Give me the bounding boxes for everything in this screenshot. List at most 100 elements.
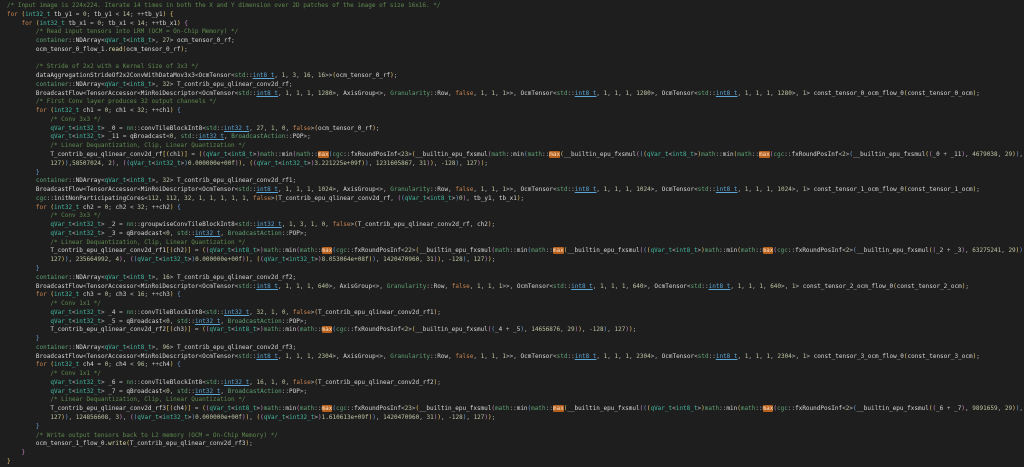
code-namespace: math bbox=[491, 151, 505, 158]
code-line: } bbox=[7, 423, 1024, 432]
code-token: ; bbox=[293, 177, 297, 184]
code-type: qVar_t bbox=[105, 81, 127, 88]
code-type: qVar_t bbox=[50, 221, 72, 228]
code-token: :: bbox=[709, 186, 716, 193]
code-identifier: OcmTensor bbox=[198, 72, 231, 79]
code-token: ; bbox=[289, 81, 293, 88]
code-token bbox=[7, 177, 36, 184]
code-number: 2304 bbox=[318, 353, 332, 360]
code-token: :: bbox=[311, 151, 318, 158]
code-type: int8_t bbox=[235, 247, 257, 254]
code-identifier: const_tensor_0_ocm bbox=[908, 90, 973, 97]
code-token: :: bbox=[314, 326, 321, 333]
code-namespace: std bbox=[206, 125, 217, 132]
code-line: qVar_t<int32_t> _5 = qBroadcast<0, std::… bbox=[7, 318, 1024, 327]
code-namespace: std bbox=[177, 318, 188, 325]
code-type: qVar_t bbox=[50, 388, 72, 395]
code-token: ; bbox=[437, 309, 441, 316]
code-line: /* Linear Dequantization, Clip, Linear Q… bbox=[7, 239, 1024, 248]
code-type: int32_t bbox=[76, 221, 101, 228]
code-token: :: bbox=[506, 151, 513, 158]
code-identifier: ch3 bbox=[173, 326, 184, 333]
code-type: int32_t bbox=[76, 379, 101, 386]
code-comment: /* First Conv layer produces 32 output c… bbox=[7, 98, 217, 105]
code-line: for (int32_t tb_y1 = 0; tb_y1 < 14; ++tb… bbox=[7, 11, 1024, 20]
code-identifier: __builtin_epu_fxsmul bbox=[416, 326, 488, 333]
code-number: 32 bbox=[162, 81, 169, 88]
code-identifier: AxisGroup bbox=[343, 353, 376, 360]
code-identifier: ch4 bbox=[173, 405, 184, 412]
code-token: :: bbox=[217, 309, 224, 316]
code-token: ; bbox=[249, 440, 253, 447]
code-identifier: Row bbox=[434, 283, 445, 290]
code-identifier: tb_y1 bbox=[474, 195, 492, 202]
search-match-highlight: max bbox=[322, 247, 333, 254]
code-token bbox=[7, 81, 36, 88]
code-token: :: bbox=[68, 37, 75, 44]
search-match-highlight: max bbox=[553, 247, 564, 254]
code-token: :: bbox=[245, 72, 252, 79]
code-line: ocm_tensor_0_flow_1.read(ocm_tensor_0_rf… bbox=[7, 46, 1024, 55]
code-namespace: nn bbox=[126, 309, 133, 316]
code-namespace: std bbox=[557, 90, 568, 97]
code-identifier: T_contrib_epu_qlinear_conv2d_rf1 bbox=[318, 309, 434, 316]
code-line: 127)), 235664992, 4), ((qVar_t<int32_t>)… bbox=[7, 256, 1024, 265]
code-type: qVar_t bbox=[105, 274, 127, 281]
code-identifier: const_tensor_1_ocm bbox=[908, 186, 973, 193]
code-token bbox=[7, 90, 36, 97]
code-token: :: bbox=[134, 125, 141, 132]
code-identifier: __builtin_epu_fxsmul bbox=[567, 247, 639, 254]
code-comment: /* Write output tensors back to L2 memor… bbox=[7, 432, 278, 439]
code-number: 1420470960 bbox=[383, 256, 419, 263]
code-keyword: false bbox=[332, 221, 350, 228]
code-namespace: cgc bbox=[36, 195, 47, 202]
code-number: 1024 bbox=[636, 186, 650, 193]
code-namespace: math bbox=[495, 405, 509, 412]
code-line: BroadcastFlow<TensorAccessor<MinRoiDescr… bbox=[7, 90, 1024, 99]
code-namespace: std bbox=[691, 283, 702, 290]
code-token bbox=[7, 204, 36, 211]
search-match-highlight: max bbox=[763, 247, 774, 254]
code-number: 63275241 bbox=[972, 247, 1001, 254]
code-function: write bbox=[108, 440, 126, 447]
code-token: ; bbox=[491, 221, 495, 228]
code-identifier: OcmTensor bbox=[521, 186, 554, 193]
code-namespace: nn bbox=[126, 125, 133, 132]
code-token bbox=[7, 326, 50, 333]
code-namespace: std bbox=[181, 133, 192, 140]
code-namespace: math bbox=[495, 247, 509, 254]
code-identifier: TensorAccessor bbox=[87, 353, 138, 360]
code-token: ; bbox=[184, 46, 188, 53]
code-type: int8_t bbox=[235, 405, 257, 412]
code-token bbox=[7, 256, 50, 263]
code-type: int8_t bbox=[256, 186, 278, 193]
code-token bbox=[7, 230, 50, 237]
code-type: qVar_t bbox=[50, 309, 72, 316]
code-line: } bbox=[7, 169, 1024, 178]
code-namespace: BroadcastAction bbox=[228, 388, 282, 395]
code-line: } bbox=[7, 265, 1024, 274]
code-line: /* Conv 1x1 */ bbox=[7, 300, 1024, 309]
code-identifier: tb_x1 bbox=[68, 20, 86, 27]
code-number: 1420470960 bbox=[383, 414, 419, 421]
code-identifier: POP bbox=[289, 230, 300, 237]
code-token: :: bbox=[188, 230, 195, 237]
code-type: int32_t bbox=[54, 204, 79, 211]
code-identifier: MinRoiDescriptor bbox=[141, 90, 199, 97]
code-number: 9891659 bbox=[972, 405, 997, 412]
code-token bbox=[7, 309, 50, 316]
code-keyword: for bbox=[36, 107, 47, 114]
code-number: 8.053064e+08f bbox=[322, 256, 369, 263]
search-match-highlight: max bbox=[322, 326, 333, 333]
code-token bbox=[7, 414, 50, 421]
code-keyword: for bbox=[21, 20, 32, 27]
code-identifier: min bbox=[517, 405, 528, 412]
code-area[interactable]: /* Input image is 224x224. Iterate 14 ti… bbox=[0, 0, 1024, 467]
code-line: } bbox=[7, 335, 1024, 344]
code-type: qVar_t bbox=[209, 405, 231, 412]
code-identifier: OcmTensor bbox=[662, 186, 695, 193]
code-number: 22 bbox=[405, 247, 412, 254]
code-line: BroadcastFlow<TensorAccessor<MinRoiDescr… bbox=[7, 283, 1024, 292]
code-type: qVar_t bbox=[137, 414, 159, 421]
code-identifier: NDArray bbox=[76, 81, 101, 88]
